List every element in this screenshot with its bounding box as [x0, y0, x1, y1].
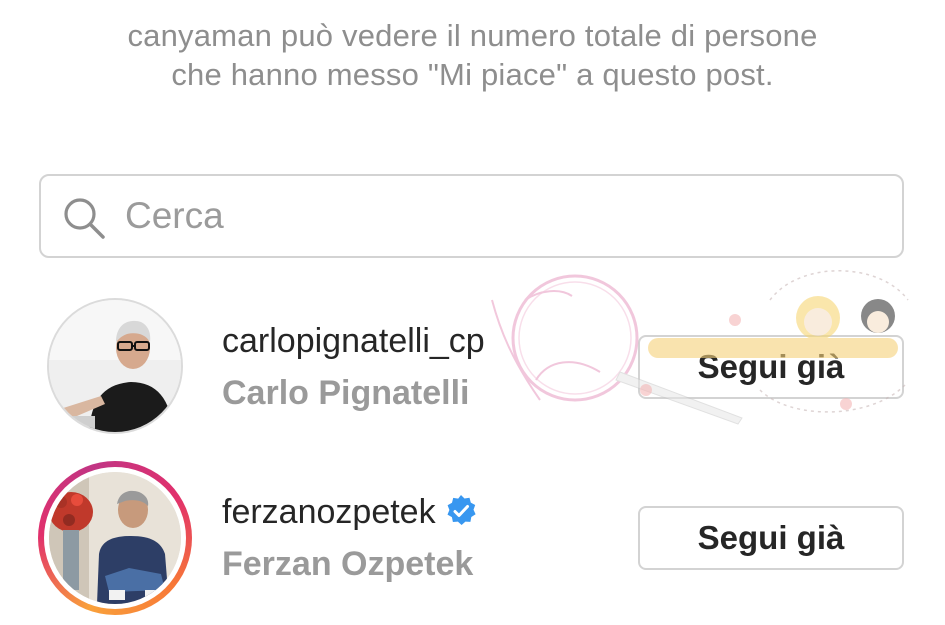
- verified-badge-icon: [447, 495, 476, 525]
- full-name: Carlo Pignatelli: [222, 374, 470, 412]
- following-button[interactable]: Segui già: [638, 506, 904, 570]
- full-name: Ferzan Ozpetek: [222, 545, 474, 583]
- avatar[interactable]: [49, 472, 181, 604]
- username[interactable]: carlopignatelli_cp: [222, 322, 485, 361]
- search-input[interactable]: [125, 188, 885, 244]
- username[interactable]: ferzanozpetek: [222, 493, 478, 532]
- search-bar[interactable]: [39, 174, 904, 258]
- likes-privacy-notice: canyaman può vedere il numero totale di …: [127, 18, 818, 92]
- list-item[interactable]: ferzanozpetek Ferzan Ozpetek Segui già: [0, 461, 945, 615]
- story-ring[interactable]: [38, 461, 192, 615]
- search-icon: [64, 198, 105, 239]
- avatar[interactable]: [47, 298, 183, 434]
- list-item[interactable]: carlopignatelli_cp Carlo Pignatelli Segu…: [0, 290, 945, 440]
- username-text[interactable]: ferzanozpetek: [222, 493, 436, 531]
- following-button[interactable]: Segui già: [638, 335, 904, 399]
